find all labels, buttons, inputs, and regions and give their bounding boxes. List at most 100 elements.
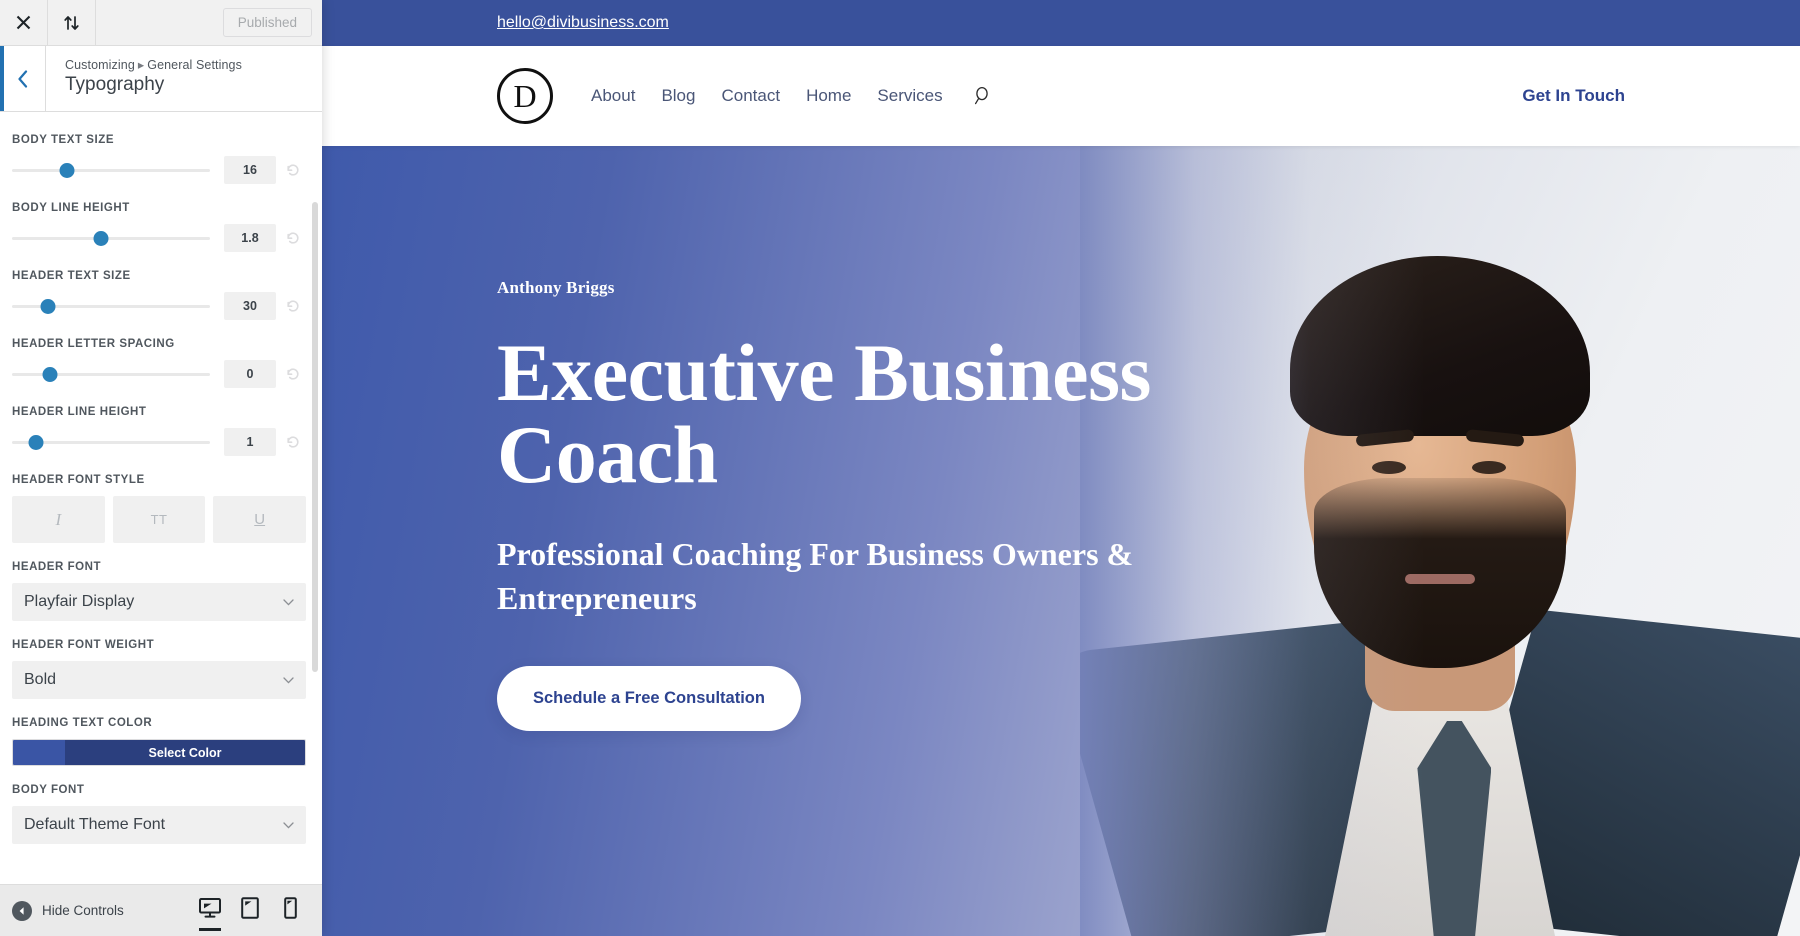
nav-link-blog[interactable]: Blog xyxy=(661,86,695,106)
slider-row: 1 xyxy=(12,428,306,456)
desktop-view-button[interactable] xyxy=(190,885,230,936)
body-font-select[interactable]: Default Theme Font xyxy=(12,806,306,844)
hide-controls-label: Hide Controls xyxy=(42,903,124,918)
header-line-height-slider[interactable] xyxy=(12,432,210,452)
mobile-icon xyxy=(283,897,297,924)
header-font-select[interactable]: Playfair Display xyxy=(12,583,306,621)
body-line-height-slider[interactable] xyxy=(12,228,210,248)
breadcrumb: Customizing ▸ General Settings xyxy=(65,57,242,72)
control-label: BODY LINE HEIGHT xyxy=(12,202,130,214)
control-label: HEADER LETTER SPACING xyxy=(12,338,175,350)
close-icon[interactable] xyxy=(0,0,48,45)
control-heading-text-color: HEADING TEXT COLOR Select Color xyxy=(12,717,306,766)
body-text-size-slider[interactable] xyxy=(12,160,210,180)
header-text-size-slider[interactable] xyxy=(12,296,210,316)
mobile-view-button[interactable] xyxy=(270,885,310,936)
nav-links: About Blog Contact Home Services xyxy=(591,86,993,106)
control-label: HEADER TEXT SIZE xyxy=(12,270,131,282)
hero-content: Anthony Briggs Executive Business Coach … xyxy=(497,278,1197,732)
publish-button[interactable]: Published xyxy=(222,8,312,37)
tablet-icon xyxy=(241,897,259,924)
reset-arrow-icon[interactable] xyxy=(280,298,306,314)
chevron-left-icon[interactable] xyxy=(0,46,46,111)
color-swatch xyxy=(13,740,65,765)
reset-arrow-icon[interactable] xyxy=(280,162,306,178)
control-header-font-weight: HEADER FONT WEIGHT Bold xyxy=(12,639,306,699)
slider-handle[interactable] xyxy=(93,231,109,246)
nav-link-about[interactable]: About xyxy=(591,86,635,106)
slider-handle[interactable] xyxy=(40,299,56,314)
page-title: Typography xyxy=(65,74,165,95)
nav-link-home[interactable]: Home xyxy=(806,86,851,106)
control-body-font: BODY FONT Default Theme Font xyxy=(12,784,306,844)
reset-arrow-icon[interactable] xyxy=(280,434,306,450)
slider-handle[interactable] xyxy=(42,367,58,382)
italic-toggle[interactable]: I xyxy=(12,496,105,543)
slider-row: 0 xyxy=(12,360,306,388)
font-style-button-group: I TT U xyxy=(12,496,307,543)
schedule-consultation-button[interactable]: Schedule a Free Consultation xyxy=(497,666,801,732)
arrow-left-circle-icon xyxy=(12,900,32,921)
slider-row: 16 xyxy=(12,156,306,184)
get-in-touch-button[interactable]: Get In Touch xyxy=(1522,86,1625,106)
body-line-height-value[interactable]: 1.8 xyxy=(224,224,276,252)
customizer-app: Published Customizing ▸ General Settings T… xyxy=(0,0,1800,936)
collapse-arrows-icon[interactable] xyxy=(48,0,96,45)
control-header-font-style: HEADER FONT STYLE I TT U xyxy=(12,474,307,543)
desktop-icon xyxy=(199,898,221,923)
control-header-letter-spacing: HEADER LETTER SPACING 0 xyxy=(12,338,306,388)
uppercase-toggle[interactable]: TT xyxy=(112,496,206,543)
breadcrumb-root: Customizing xyxy=(65,58,135,72)
hero-eyebrow: Anthony Briggs xyxy=(497,278,615,297)
control-header-font: HEADER FONT Playfair Display xyxy=(12,561,306,621)
control-label: HEADER FONT WEIGHT xyxy=(12,639,155,651)
control-label: HEADER FONT STYLE xyxy=(12,474,145,486)
control-header-line-height: HEADER LINE HEIGHT 1 xyxy=(12,406,306,456)
nav-link-services[interactable]: Services xyxy=(877,86,942,106)
header-font-weight-select[interactable]: Bold xyxy=(12,661,306,699)
header-text-size-value[interactable]: 30 xyxy=(224,292,276,320)
chevron-down-icon xyxy=(283,593,294,611)
slider-track xyxy=(12,237,210,240)
site-navigation: D About Blog Contact Home Services Get I… xyxy=(322,46,1800,146)
email-link[interactable]: hello@divibusiness.com xyxy=(497,14,669,32)
hero-heading: Executive Business Coach xyxy=(497,332,1197,496)
select-color-label: Select Color xyxy=(65,740,305,765)
customizer-controls-scroll: BODY TEXT SIZE 16 BODY LINE HEIGHT 1.8 H… xyxy=(0,112,322,884)
select-color-button[interactable]: Select Color xyxy=(12,739,306,766)
body-text-size-value[interactable]: 16 xyxy=(224,156,276,184)
customizer-panel: Published Customizing ▸ General Settings T… xyxy=(0,0,322,936)
slider-row: 1.8 xyxy=(12,224,306,252)
chevron-down-icon xyxy=(283,671,294,689)
header-font-weight-value: Bold xyxy=(24,671,57,688)
control-label: HEADER FONT xyxy=(12,561,102,573)
header-font-value: Playfair Display xyxy=(24,593,135,610)
hide-controls-button[interactable]: Hide Controls xyxy=(12,900,124,921)
search-icon[interactable] xyxy=(973,86,993,106)
hero-subheading: Professional Coaching For Business Owner… xyxy=(497,536,1134,617)
panel-section-header: Customizing ▸ General Settings Typography xyxy=(0,46,322,112)
panel-header-text: Customizing ▸ General Settings Typography xyxy=(46,46,242,111)
customizer-topbar: Published xyxy=(0,0,322,46)
control-label: BODY FONT xyxy=(12,784,85,796)
site-logo[interactable]: D xyxy=(497,68,553,124)
panel-scrollbar[interactable] xyxy=(312,202,318,672)
underline-toggle[interactable]: U xyxy=(213,496,307,543)
nav-link-contact[interactable]: Contact xyxy=(721,86,780,106)
site-preview: hello@divibusiness.com D About Blog Cont… xyxy=(322,0,1800,936)
header-line-height-value[interactable]: 1 xyxy=(224,428,276,456)
header-letter-spacing-slider[interactable] xyxy=(12,364,210,384)
chevron-down-icon xyxy=(283,816,294,834)
slider-track xyxy=(12,169,210,172)
slider-handle[interactable] xyxy=(59,163,75,178)
reset-arrow-icon[interactable] xyxy=(280,230,306,246)
hero-section: Anthony Briggs Executive Business Coach … xyxy=(322,146,1800,936)
tablet-view-button[interactable] xyxy=(230,885,270,936)
slider-handle[interactable] xyxy=(28,435,44,450)
site-top-bar: hello@divibusiness.com xyxy=(322,0,1800,46)
reset-arrow-icon[interactable] xyxy=(280,366,306,382)
control-label: HEADER LINE HEIGHT xyxy=(12,406,147,418)
control-label: HEADING TEXT COLOR xyxy=(12,717,153,729)
header-letter-spacing-value[interactable]: 0 xyxy=(224,360,276,388)
